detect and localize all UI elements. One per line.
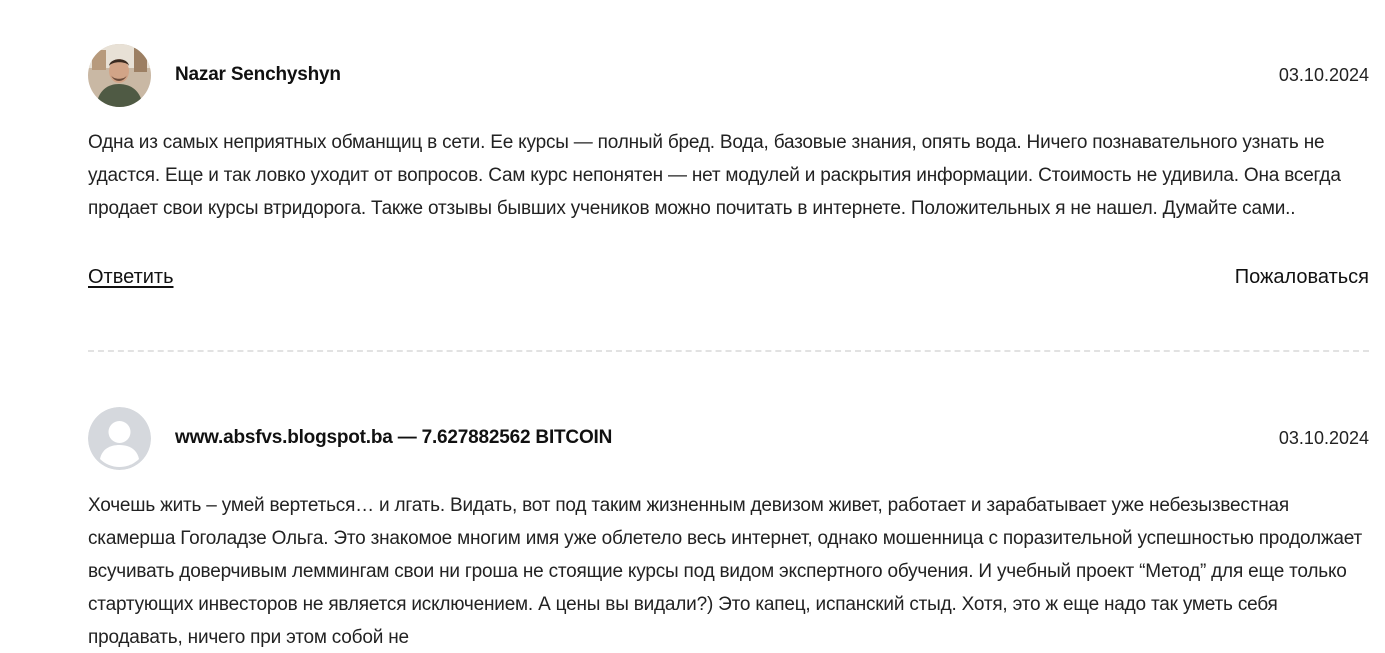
reply-link[interactable]: Ответить — [88, 266, 174, 289]
comment-actions: Ответить Пожаловаться — [88, 266, 1369, 296]
comment-item: www.absfvs.blogspot.ba — 7.627882562 BIT… — [88, 407, 1369, 653]
comment-author: Nazar Senchyshyn — [175, 64, 341, 85]
comment-item: Nazar Senchyshyn 03.10.2024 Одна из самы… — [88, 44, 1369, 296]
comment-date: 03.10.2024 — [1278, 428, 1369, 448]
comment-author: www.absfvs.blogspot.ba — 7.627882562 BIT… — [175, 427, 613, 448]
comment-text: Хочешь жить – умей вертеться… и лгать. В… — [88, 495, 1362, 648]
comments-list: Nazar Senchyshyn 03.10.2024 Одна из самы… — [0, 0, 1385, 653]
avatar — [88, 44, 151, 107]
user-photo-icon — [88, 44, 151, 107]
default-user-icon — [88, 407, 151, 470]
comment-text: Одна из самых неприятных обманщиц в сети… — [88, 132, 1341, 219]
avatar — [88, 407, 151, 470]
comment-header: Nazar Senchyshyn 03.10.2024 — [88, 44, 1369, 108]
comment-date: 03.10.2024 — [1278, 65, 1369, 85]
report-link[interactable]: Пожаловаться — [1235, 266, 1369, 289]
comment-header: www.absfvs.blogspot.ba — 7.627882562 BIT… — [88, 407, 1369, 471]
comment-divider — [88, 350, 1369, 352]
